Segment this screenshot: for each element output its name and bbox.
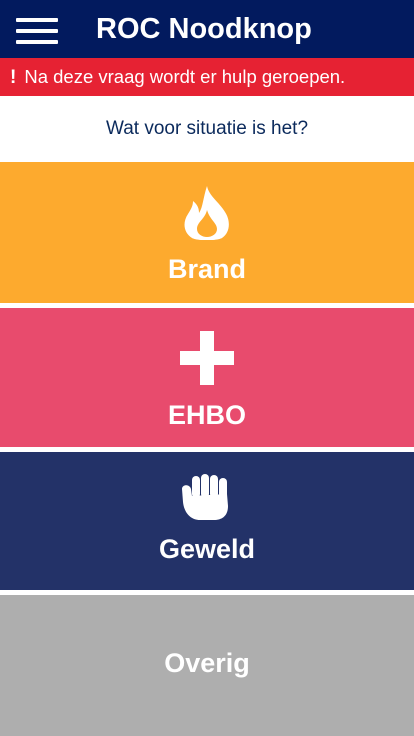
fist-icon: [182, 474, 228, 520]
plus-icon: [180, 331, 234, 385]
exclamation-icon: !: [10, 67, 17, 88]
option-ehbo-button[interactable]: EHBO: [0, 308, 414, 447]
hamburger-menu-icon: [16, 18, 58, 22]
question-text: Wat voor situatie is het?: [0, 96, 414, 162]
menu-button[interactable]: [10, 12, 64, 48]
option-ehbo-label: EHBO: [167, 400, 246, 430]
option-brand-button[interactable]: Brand: [0, 162, 414, 303]
app-title: ROC Noodknop: [96, 13, 312, 45]
fire-icon: [184, 186, 229, 240]
option-brand-label: Brand: [167, 254, 246, 284]
option-geweld-label: Geweld: [158, 534, 256, 564]
option-geweld-button[interactable]: Geweld: [0, 452, 414, 590]
alert-banner: ! Na deze vraag wordt er hulp geroepen.: [0, 58, 414, 96]
option-overig-button[interactable]: Overig: [0, 595, 414, 736]
alert-text: Na deze vraag wordt er hulp geroepen.: [24, 66, 346, 87]
option-overig-label: Overig: [164, 648, 250, 678]
app-header: ROC Noodknop: [0, 0, 414, 58]
